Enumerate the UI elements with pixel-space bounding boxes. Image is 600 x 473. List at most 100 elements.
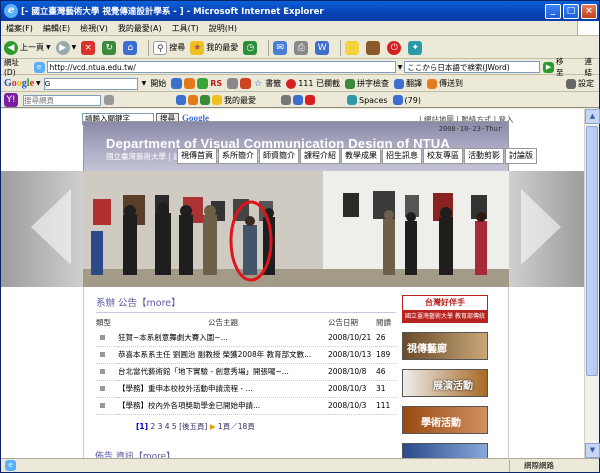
menu-help[interactable]: 說明(H): [204, 23, 242, 34]
translate-search-input[interactable]: [404, 61, 541, 73]
stop-button[interactable]: ×: [81, 40, 97, 55]
chevron-down-icon[interactable]: ▼: [36, 80, 41, 87]
side-card-gallery[interactable]: 視傳藝廊: [402, 332, 488, 360]
refresh-button[interactable]: ↻: [102, 40, 118, 55]
menu-view[interactable]: 檢視(V): [75, 23, 113, 34]
messenger-button[interactable]: ✦: [408, 40, 424, 55]
scroll-down-icon[interactable]: ▼: [585, 443, 600, 458]
side-card-more[interactable]: [402, 443, 488, 458]
nav-faculty[interactable]: 師資簡介: [259, 148, 299, 164]
nav-activities[interactable]: 活動剪影: [464, 148, 504, 164]
games-icon[interactable]: [293, 95, 303, 105]
side-card-exhibitions[interactable]: 展演活動: [402, 369, 488, 397]
block-icon: [286, 78, 297, 89]
chevron-down-icon: ▼: [46, 44, 51, 51]
search-icon[interactable]: [104, 95, 114, 105]
chevron-down-icon[interactable]: ▼: [398, 64, 403, 71]
print-button[interactable]: ⎙: [294, 40, 310, 55]
news-heading[interactable]: 系辦 公告【more】: [96, 295, 396, 313]
settings-button[interactable]: 設定: [566, 78, 594, 89]
title-bar[interactable]: e [- 國立臺灣藝術大學 視覺傳達設計學系 - ] - Microsoft I…: [1, 1, 599, 21]
yahoo-favorites-button[interactable]: 我的最愛: [212, 95, 256, 106]
news-icon[interactable]: [184, 78, 196, 89]
check-icon: [345, 78, 355, 89]
scroll-thumb[interactable]: [586, 126, 598, 376]
spaces-button[interactable]: Spaces: [347, 95, 388, 105]
answers-icon[interactable]: [200, 95, 210, 105]
menu-favorites[interactable]: 我的最愛(A): [113, 23, 167, 34]
table-row[interactable]: 【學務】校內外各項獎助學金已開始申請... 2008/10/3 111: [96, 397, 396, 415]
edit-icon[interactable]: [281, 95, 291, 105]
sendto-button[interactable]: 傳送到: [427, 78, 463, 89]
block-button[interactable]: ⏻: [387, 40, 403, 55]
nav-alumni[interactable]: 校友專區: [423, 148, 463, 164]
menu-file[interactable]: 檔案(F): [1, 23, 38, 34]
popup-blocker-button[interactable]: 111 已攔截: [286, 78, 340, 89]
shopping-icon[interactable]: [188, 95, 198, 105]
next-page-icon[interactable]: ▶: [210, 422, 216, 431]
nav-about[interactable]: 系所簡介: [218, 148, 258, 164]
go-button[interactable]: 移至: [556, 56, 571, 78]
side-card-academic[interactable]: 學術活動: [402, 406, 488, 434]
row-title[interactable]: 台北當代藝術館「地下實驗 - 創意秀場」開張囉~...: [118, 363, 328, 381]
map-icon[interactable]: [197, 78, 209, 89]
scroll-up-icon[interactable]: ▲: [585, 109, 600, 124]
search-button[interactable]: ⚲ 搜尋: [153, 40, 185, 55]
favorites-button[interactable]: ★ 我的最愛: [190, 40, 238, 55]
menu-edit[interactable]: 編輯(E): [38, 23, 75, 34]
nav-admission[interactable]: 招生訊息: [382, 148, 422, 164]
home-button[interactable]: ⌂: [123, 40, 139, 55]
row-title[interactable]: 【學務】校內外各項獎助學金已開始申請...: [118, 397, 328, 415]
back-button[interactable]: ◀ 上一頁 ▼: [4, 40, 51, 55]
mail-count-button[interactable]: (79): [392, 95, 421, 105]
news2-heading[interactable]: 佈告 資訊【more】: [95, 449, 175, 458]
mail-icon[interactable]: [176, 95, 186, 105]
chevron-down-icon[interactable]: ▼: [142, 80, 147, 87]
youtube-icon[interactable]: [240, 78, 252, 89]
maximize-button[interactable]: □: [563, 3, 579, 19]
side-card-souvenir[interactable]: 台灣好伴手 國立臺灣藝術大學 教育部傳統: [402, 295, 488, 323]
google-search-input[interactable]: [43, 77, 138, 90]
spellcheck-button[interactable]: 拼字檢查: [345, 78, 389, 89]
edit-button[interactable]: W: [315, 40, 331, 55]
nav-home[interactable]: 視傳首頁: [177, 148, 217, 164]
table-row[interactable]: 狂賀~本系創意舞劇大賽入圍~... 2008/10/21 26: [96, 329, 396, 347]
table-row[interactable]: 恭喜本系系主任 劉圓治 副教授 榮獲2008年 教育部文數... 2008/10…: [96, 346, 396, 364]
translate-button[interactable]: 翻譯: [394, 78, 422, 89]
google-logo[interactable]: Google: [4, 78, 34, 89]
nav-works[interactable]: 教學成果: [341, 148, 381, 164]
nav-courses[interactable]: 課程介紹: [300, 148, 340, 164]
row-title[interactable]: 【學務】重申本校校外活動申請流程 - ...: [118, 380, 328, 398]
table-row[interactable]: 【學務】重申本校校外活動申請流程 - ... 2008/10/3 31: [96, 380, 396, 398]
yahoo-logo-icon[interactable]: Y!: [4, 93, 18, 107]
sendto-label: 傳送到: [439, 79, 463, 88]
pager-pages[interactable]: 2 3 4 5 [後五頁]: [150, 422, 207, 431]
search-icon: ⚲: [153, 40, 168, 55]
history-button[interactable]: ◷: [243, 40, 259, 55]
close-button[interactable]: ×: [581, 3, 597, 19]
table-row[interactable]: 台北當代藝術館「地下實驗 - 創意秀場」開張囉~... 2008/10/8 46: [96, 363, 396, 381]
vertical-scrollbar[interactable]: ▲ ▼: [584, 109, 600, 458]
links-label[interactable]: 連結: [584, 56, 599, 78]
url-input[interactable]: [46, 61, 396, 73]
news-icon[interactable]: [305, 95, 315, 105]
research-button[interactable]: [366, 40, 382, 55]
nav-forum[interactable]: 討論版: [505, 148, 537, 164]
notes-button[interactable]: [345, 40, 361, 55]
yahoo-search-input[interactable]: [23, 94, 101, 106]
rss-button[interactable]: RS: [210, 79, 222, 88]
pager-info: 1頁／18頁: [218, 421, 255, 431]
menu-tools[interactable]: 工具(T): [167, 23, 204, 34]
pager-current[interactable]: [1]: [136, 422, 148, 431]
google-toolbar: Google ▼ ▼ 開始 RS ☆ 書籤 111 已攔截 拼字檢查 翻譯 傳送…: [1, 76, 599, 92]
minimize-button[interactable]: _: [545, 3, 561, 19]
bookmarks-button[interactable]: ☆ 書籤: [253, 77, 281, 91]
page-icon[interactable]: [227, 78, 239, 89]
forward-button[interactable]: ▶ ▼: [55, 40, 76, 55]
mail-button[interactable]: ✉: [273, 40, 289, 55]
google-start-button[interactable]: 開始: [150, 78, 166, 89]
row-title[interactable]: 恭喜本系系主任 劉圓治 副教授 榮獲2008年 教育部文數...: [118, 346, 328, 364]
row-title[interactable]: 狂賀~本系創意舞劇大賽入圍~...: [118, 329, 328, 347]
google-icon[interactable]: [171, 78, 183, 89]
print-icon: ⎙: [294, 40, 309, 55]
